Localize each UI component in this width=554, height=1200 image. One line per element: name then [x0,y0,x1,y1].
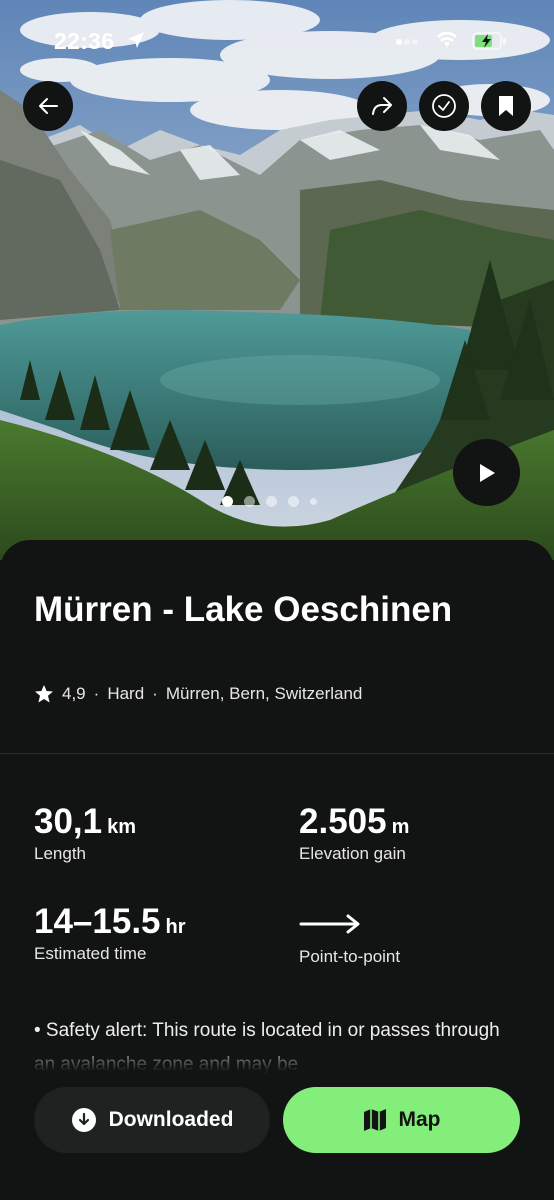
play-slideshow-button[interactable] [453,439,520,506]
download-check-icon [71,1108,96,1132]
trail-meta: 4,9 · Hard · Mürren, Bern, Switzerland [34,684,362,704]
play-icon [479,463,495,482]
arrow-right-icon [299,914,360,934]
elevation-value: 2.505 [299,802,387,841]
pager-dot [244,496,255,507]
elevation-label: Elevation gain [299,844,406,863]
stat-length: 30,1 km Length [34,802,136,864]
pager-dot [222,496,233,507]
back-button[interactable] [23,81,73,131]
map-icon [363,1109,386,1131]
bookmark-button[interactable] [481,81,531,131]
bookmark-icon [499,96,513,116]
status-time: 22:36 [54,28,115,54]
stat-estimated-time: 14–15.5 hr Estimated time [34,902,186,964]
pager-dot [310,498,317,505]
length-unit: km [107,816,137,838]
section-divider [0,753,554,754]
cellular-icon [396,39,418,45]
length-value: 30,1 [34,802,103,841]
trail-title: Mürren - Lake Oeschinen [34,590,453,629]
rating-value: 4,9 [62,684,86,703]
star-icon [35,685,53,703]
wifi-icon [437,32,457,47]
status-bar: 22:36 [0,0,554,80]
pager-dot [266,496,277,507]
elevation-unit: m [391,816,410,838]
mark-completed-button[interactable] [419,81,469,131]
time-value: 14–15.5 [34,902,161,941]
route-type-label: Point-to-point [299,947,401,966]
meta-separator: · [93,684,100,703]
photo-pager-dots[interactable] [222,496,317,507]
share-button[interactable] [357,81,407,131]
battery-charging-icon [472,32,506,50]
downloaded-button[interactable]: Downloaded [34,1087,270,1153]
length-label: Length [34,844,86,863]
difficulty-label: Hard [107,684,145,703]
location-label[interactable]: Mürren, Bern, Switzerland [166,684,363,704]
back-icon [39,98,58,114]
meta-separator: · [152,684,158,703]
map-button[interactable]: Map [283,1087,520,1153]
time-label: Estimated time [34,944,147,963]
share-icon [372,97,392,115]
downloaded-label: Downloaded [108,1108,234,1131]
stat-elevation: 2.505 m Elevation gain [299,802,409,864]
time-unit: hr [165,916,186,938]
hero-photo[interactable]: 22:36 [0,0,554,560]
location-arrow-icon [128,32,144,48]
check-icon [432,94,456,118]
stat-route-type: Point-to-point [299,902,400,967]
pager-dot [288,496,299,507]
map-label: Map [398,1108,441,1131]
